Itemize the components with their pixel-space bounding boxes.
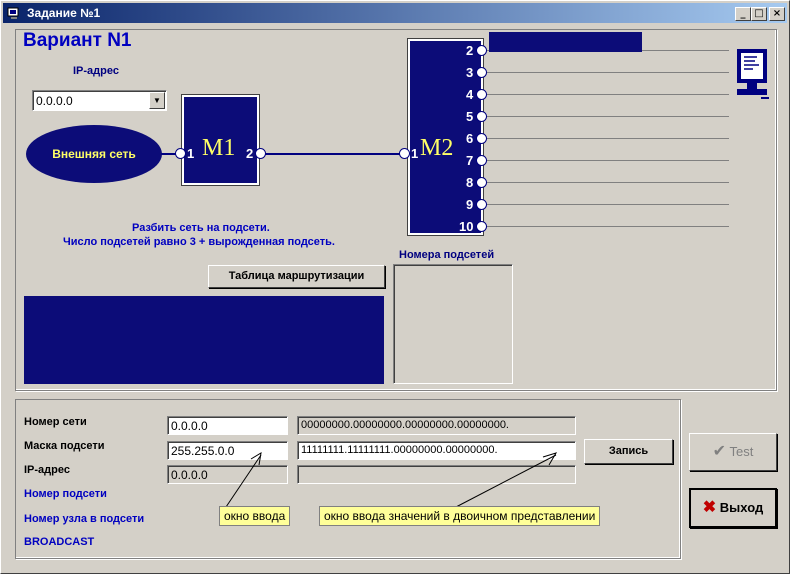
network-number-label: Номер сети bbox=[24, 416, 87, 428]
minimize-button[interactable]: _ bbox=[735, 7, 751, 21]
m2-port-6-line bbox=[487, 138, 729, 139]
router-m1-label: M1 bbox=[202, 135, 236, 161]
tooltip-arrows bbox=[225, 452, 558, 508]
m2-port-6[interactable] bbox=[476, 133, 487, 144]
m2-port-5[interactable] bbox=[476, 111, 487, 122]
subnets-list[interactable] bbox=[393, 264, 513, 384]
subnet-mask-label: Маска подсети bbox=[24, 440, 105, 452]
routing-table-area bbox=[24, 296, 384, 384]
m2-port-3[interactable] bbox=[476, 67, 487, 78]
m2-port-10-line bbox=[487, 226, 729, 227]
task-line-2: Число подсетей равно 3 + вырожденная под… bbox=[63, 236, 335, 248]
m1-port-2-label: 2 bbox=[246, 146, 254, 161]
ip-address-combo[interactable]: 0.0.0.0 ▼ bbox=[32, 90, 167, 111]
m2-port-7[interactable] bbox=[476, 155, 487, 166]
test-button[interactable]: ✔ Test bbox=[689, 433, 777, 471]
m2-port-4-label: 4 bbox=[466, 87, 474, 102]
title-bar[interactable]: Задание №1 _ □ × bbox=[3, 3, 787, 23]
m2-port-8-label: 8 bbox=[466, 175, 474, 190]
check-icon: ✔ bbox=[712, 443, 727, 460]
router-m2-label: M2 bbox=[420, 135, 454, 161]
maximize-button[interactable]: □ bbox=[751, 7, 767, 21]
m2-port-4[interactable] bbox=[476, 89, 487, 100]
close-x-icon: ✖ bbox=[702, 499, 717, 516]
m2-port-9[interactable] bbox=[476, 199, 487, 210]
routing-table-button[interactable]: Таблица маршрутизации bbox=[208, 265, 385, 288]
computer-icon[interactable] bbox=[735, 47, 771, 105]
broadcast-label: BROADCAST bbox=[24, 536, 95, 548]
m2-port-4-line bbox=[487, 94, 729, 95]
m2-port-10[interactable] bbox=[476, 221, 487, 232]
m2-port-6-label: 6 bbox=[466, 131, 474, 146]
m2-port-8-line bbox=[487, 182, 729, 183]
task-line-1: Разбить сеть на подсети. bbox=[132, 222, 270, 234]
window-title: Задание №1 bbox=[27, 6, 101, 20]
app-icon bbox=[7, 7, 19, 19]
m2-port-9-label: 9 bbox=[466, 197, 474, 212]
chevron-down-icon[interactable]: ▼ bbox=[149, 92, 165, 109]
exit-button[interactable]: ✖ Выход bbox=[689, 488, 777, 528]
m2-port-2-label: 2 bbox=[466, 43, 474, 58]
close-button[interactable]: × bbox=[769, 7, 785, 21]
m2-port-9-line bbox=[487, 204, 729, 205]
ip-combo-value: 0.0.0.0 bbox=[36, 94, 73, 108]
subnets-label: Номера подсетей bbox=[399, 249, 495, 261]
m2-port-2[interactable] bbox=[476, 45, 487, 56]
m2-port-5-label: 5 bbox=[466, 109, 474, 124]
m1-port-1-label: 1 bbox=[187, 146, 195, 161]
selected-subnet-bar bbox=[489, 32, 642, 52]
variant-title: Вариант N1 bbox=[23, 30, 132, 51]
input-tooltip: окно ввода bbox=[219, 506, 291, 526]
link-m1-m2 bbox=[265, 153, 405, 155]
host-number-label: Номер узла в подсети bbox=[24, 513, 145, 525]
write-button[interactable]: Запись bbox=[584, 439, 673, 464]
m2-port-8[interactable] bbox=[476, 177, 487, 188]
main-window: Задание №1 _ □ × Вариант N1 IP-адрес 0.0… bbox=[0, 0, 790, 574]
test-button-label: Test bbox=[729, 444, 754, 459]
m2-port-7-line bbox=[487, 160, 729, 161]
m2-port-1[interactable] bbox=[399, 148, 410, 159]
m2-port-3-line bbox=[487, 72, 729, 73]
subnet-number-label: Номер подсети bbox=[24, 488, 107, 500]
m2-port-7-label: 7 bbox=[466, 153, 474, 168]
binary-input-tooltip: окно ввода значений в двоичном представл… bbox=[319, 506, 601, 526]
router-m1[interactable]: M1 bbox=[181, 94, 260, 186]
network-number-input[interactable]: 0.0.0.0 bbox=[167, 416, 288, 435]
exit-button-label: Выход bbox=[719, 500, 764, 515]
m2-port-1-label: 1 bbox=[411, 146, 419, 161]
m2-port-3-label: 3 bbox=[466, 65, 474, 80]
m2-port-10-label: 10 bbox=[459, 219, 474, 234]
ip-address-label: IP-адрес bbox=[24, 464, 70, 476]
ip-combo-label: IP-адрес bbox=[73, 65, 119, 77]
network-binary-field: 00000000.00000000.00000000.00000000. bbox=[297, 416, 576, 435]
m2-port-5-line bbox=[487, 116, 729, 117]
m1-port-1[interactable] bbox=[175, 148, 186, 159]
m1-port-2[interactable] bbox=[255, 148, 266, 159]
external-network[interactable]: Внешняя сеть bbox=[26, 125, 162, 183]
